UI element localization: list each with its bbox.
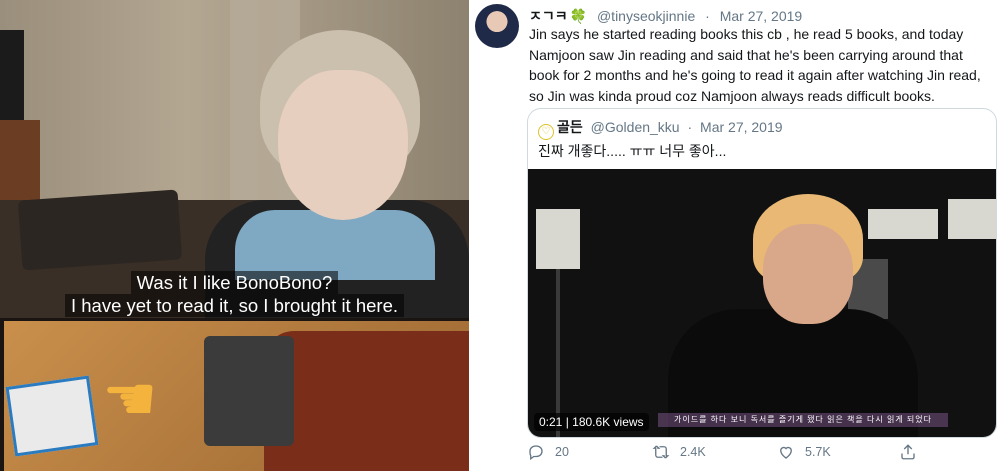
reply-button[interactable]: 20: [527, 443, 569, 461]
video-person-face: [763, 224, 853, 324]
suitcase: [17, 189, 183, 271]
quoted-text: 진짜 개좋다..... ㅠㅠ 너무 좋아...: [538, 143, 727, 159]
tweet-card[interactable]: ㅈㄱㅋ 🍀 @tinyseokjinnie · Mar 27, 2019 Jin …: [469, 0, 1000, 471]
handle[interactable]: @tinyseokjinnie: [597, 8, 695, 24]
share-button[interactable]: [899, 443, 917, 461]
video-frame-top: Was it I like BonoBono? I have yet to re…: [0, 0, 469, 318]
clover-icon: 🍀: [569, 8, 588, 24]
left-video-screenshots: Was it I like BonoBono? I have yet to re…: [0, 0, 469, 471]
retweet-icon: [652, 445, 670, 459]
pointing-hand-icon: ☚: [102, 365, 158, 434]
separator: ·: [705, 8, 710, 24]
tweet-header: ㅈㄱㅋ 🍀 @tinyseokjinnie · Mar 27, 2019: [529, 6, 802, 26]
quoted-handle: @Golden_kku: [590, 119, 680, 135]
red-shirt: [264, 331, 469, 471]
heart-avatar-icon: ♡: [538, 124, 554, 140]
quoted-tweet[interactable]: ♡ 골든 @Golden_kku · Mar 27, 2019 진짜 개좋다...…: [527, 108, 997, 438]
quoted-date: Mar 27, 2019: [700, 119, 783, 135]
book-stand: [204, 336, 294, 446]
person-face: [278, 70, 408, 220]
quoted-video[interactable]: 가이드를 하다 보니 독서를 즐기게 됐다 읽은 책을 다시 읽게 되었다 0:…: [528, 169, 996, 437]
tweet-actions: 20 2.4K 5.7K: [527, 440, 997, 464]
like-button[interactable]: 5.7K: [777, 443, 831, 461]
video-frame-bottom: ☚: [4, 321, 469, 471]
subtitle-line-1: Was it I like BonoBono?: [0, 271, 469, 295]
like-count: 5.7K: [805, 445, 831, 459]
quoted-display-name: 골든: [557, 119, 583, 135]
avatar[interactable]: [475, 4, 519, 48]
tweet-text: Jin says he started reading books this c…: [529, 26, 981, 104]
bonobono-book: [5, 375, 99, 457]
like-icon: [780, 446, 792, 459]
display-name[interactable]: ㅈㄱㅋ: [529, 8, 568, 24]
reply-icon: [529, 445, 543, 461]
retweet-button[interactable]: 2.4K: [652, 443, 706, 461]
video-stats-badge: 0:21 | 180.6K views: [534, 413, 649, 431]
reply-count: 20: [555, 445, 569, 459]
subtitle-line-2: I have yet to read it, so I brought it h…: [0, 294, 469, 318]
share-icon: [901, 444, 915, 460]
quoted-header: ♡ 골든 @Golden_kku · Mar 27, 2019: [538, 117, 783, 140]
retweet-count: 2.4K: [680, 445, 706, 459]
tweet-date[interactable]: Mar 27, 2019: [720, 8, 803, 24]
video-caption: 가이드를 하다 보니 독서를 즐기게 됐다 읽은 책을 다시 읽게 되었다: [658, 413, 948, 427]
